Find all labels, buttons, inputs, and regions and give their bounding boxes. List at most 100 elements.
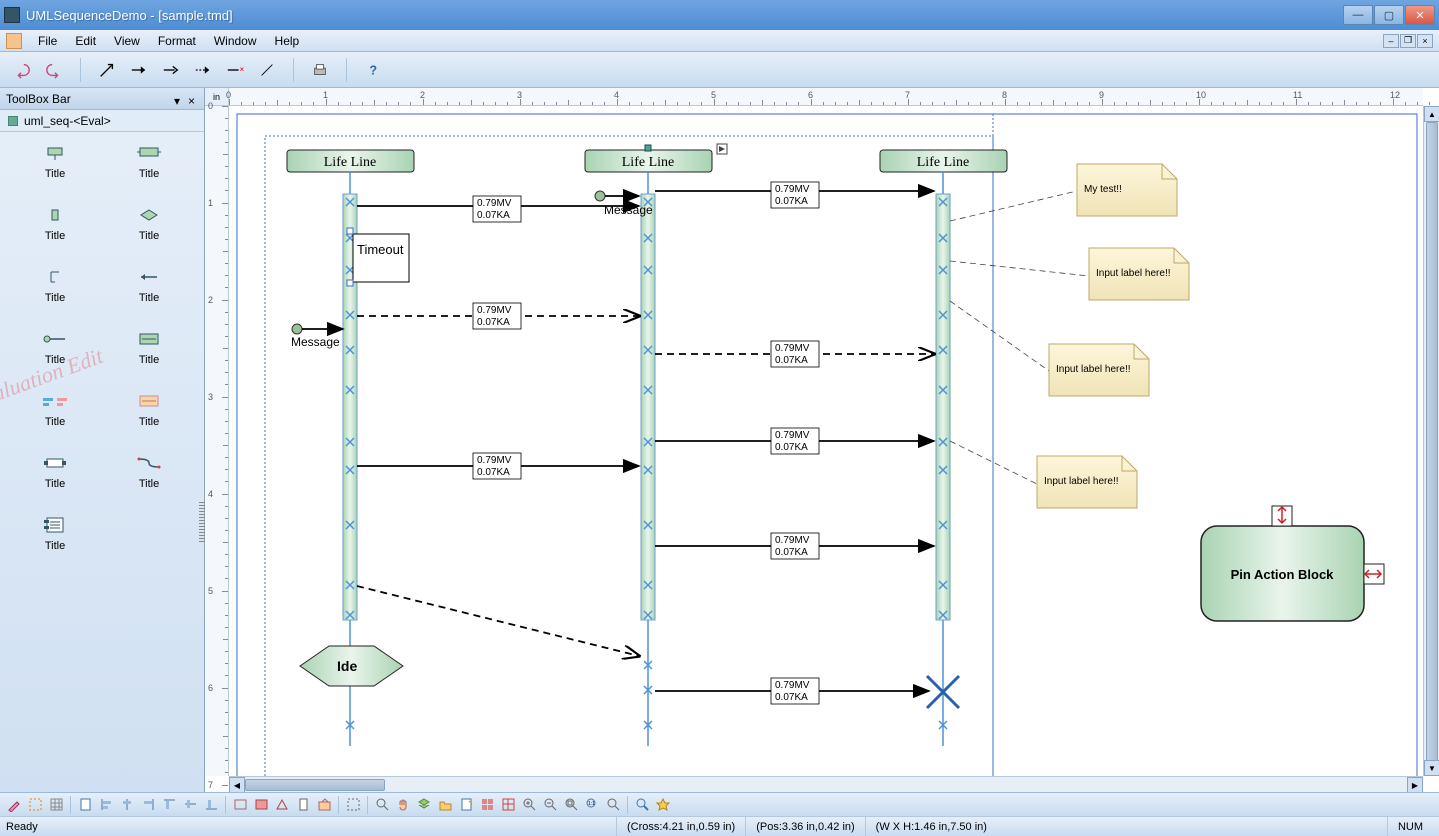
menu-help[interactable]: Help xyxy=(267,32,308,50)
tool-item-10[interactable]: Title xyxy=(102,392,196,428)
document-icon xyxy=(6,33,22,49)
btb-align-l-icon[interactable] xyxy=(96,795,116,815)
svg-text:Life Line: Life Line xyxy=(324,155,376,170)
btb-find-icon[interactable] xyxy=(632,795,652,815)
tool-item-13[interactable]: Title xyxy=(8,516,102,552)
scroll-right-button[interactable]: ▶ xyxy=(1407,777,1423,792)
toolbox-close-icon[interactable]: × xyxy=(188,94,198,104)
svg-text:0.79MV: 0.79MV xyxy=(775,343,810,354)
menu-edit[interactable]: Edit xyxy=(67,32,104,50)
btb-zoomout-icon[interactable] xyxy=(540,795,560,815)
btb-align-m-icon[interactable] xyxy=(180,795,200,815)
tool-item-9[interactable]: Title xyxy=(8,392,102,428)
activation-3[interactable] xyxy=(936,194,950,620)
scrollbar-horizontal[interactable]: ◀ ▶ xyxy=(229,776,1423,792)
btb-align-b-icon[interactable] xyxy=(201,795,221,815)
btb-draw-icon[interactable] xyxy=(4,795,24,815)
btb-hand-icon[interactable] xyxy=(393,795,413,815)
btb-doc-icon[interactable] xyxy=(293,795,313,815)
scroll-up-button[interactable]: ▲ xyxy=(1424,106,1439,122)
btb-page-icon[interactable] xyxy=(75,795,95,815)
ruler-horizontal: 012345678910111213 xyxy=(229,88,1423,106)
menu-view[interactable]: View xyxy=(106,32,148,50)
mdi-close-button[interactable]: × xyxy=(1417,34,1433,48)
tool-item-4[interactable]: Title xyxy=(102,206,196,242)
svg-text:0.79MV: 0.79MV xyxy=(775,680,810,691)
menu-file[interactable]: File xyxy=(30,32,65,50)
tool-item-7[interactable]: Title xyxy=(8,330,102,366)
mdi-restore-button[interactable]: ❐ xyxy=(1400,34,1416,48)
arrow-tool-3[interactable] xyxy=(157,56,185,84)
btb-new-icon[interactable] xyxy=(456,795,476,815)
svg-text:1:1: 1:1 xyxy=(588,801,595,807)
btb-align-r-icon[interactable] xyxy=(138,795,158,815)
btb-select-icon[interactable] xyxy=(25,795,45,815)
maximize-button[interactable]: ▢ xyxy=(1374,5,1404,25)
btb-zoomfit-icon[interactable] xyxy=(561,795,581,815)
print-button[interactable] xyxy=(306,56,334,84)
btb-export-icon[interactable] xyxy=(314,795,334,815)
svg-text:0.07KA: 0.07KA xyxy=(775,442,808,453)
tool-item-8[interactable]: Title xyxy=(102,330,196,366)
btb-star-icon[interactable] xyxy=(653,795,673,815)
undo-button[interactable] xyxy=(8,56,36,84)
btb-zoomsel-icon[interactable] xyxy=(603,795,623,815)
timeout-box[interactable]: Timeout xyxy=(347,228,409,286)
tool-item-2[interactable]: Title xyxy=(102,144,196,180)
scroll-down-button[interactable]: ▼ xyxy=(1424,760,1439,776)
note-2[interactable]: Input label here!! xyxy=(1089,248,1189,300)
close-button[interactable]: ✕ xyxy=(1405,5,1435,25)
btb-tri-icon[interactable] xyxy=(272,795,292,815)
arrow-tool-2[interactable] xyxy=(125,56,153,84)
mdi-minimize-button[interactable]: – xyxy=(1383,34,1399,48)
btb-align-c-icon[interactable] xyxy=(117,795,137,815)
arrow-tool-5[interactable]: × xyxy=(221,56,249,84)
tool-item-5[interactable]: Title xyxy=(8,268,102,304)
btb-shape2-icon[interactable] xyxy=(251,795,271,815)
menu-window[interactable]: Window xyxy=(206,32,265,50)
toolbox-pin-icon[interactable]: ▾ xyxy=(174,94,184,104)
btb-zoom-icon[interactable] xyxy=(372,795,392,815)
tool-item-11[interactable]: Title xyxy=(8,454,102,490)
menu-format[interactable]: Format xyxy=(150,32,204,50)
redo-button[interactable] xyxy=(40,56,68,84)
scroll-thumb-v[interactable] xyxy=(1426,122,1438,762)
scrollbar-vertical[interactable]: ▲ ▼ xyxy=(1423,106,1439,776)
btb-folder-icon[interactable] xyxy=(435,795,455,815)
btb-zoomin-icon[interactable] xyxy=(519,795,539,815)
btb-fit-icon[interactable] xyxy=(343,795,363,815)
btb-grid-icon[interactable] xyxy=(46,795,66,815)
svg-text:0.79MV: 0.79MV xyxy=(477,198,512,209)
svg-text:Message: Message xyxy=(291,335,340,349)
svg-text:0.79MV: 0.79MV xyxy=(477,455,512,466)
activation-2[interactable] xyxy=(641,194,655,620)
tool-item-1[interactable]: Title xyxy=(8,144,102,180)
lifeline-1[interactable]: Life Line xyxy=(287,150,414,172)
btb-layers-icon[interactable] xyxy=(414,795,434,815)
btb-redgrid-icon[interactable] xyxy=(498,795,518,815)
btb-shape1-icon[interactable] xyxy=(230,795,250,815)
toolbox-tab[interactable]: uml_seq-<Eval> xyxy=(0,110,204,132)
help-button[interactable]: ? xyxy=(359,56,387,84)
note-4[interactable]: Input label here!! xyxy=(1037,456,1137,508)
line-tool[interactable] xyxy=(253,56,281,84)
tool-item-6[interactable]: Title xyxy=(102,268,196,304)
tool-item-12[interactable]: Title xyxy=(102,454,196,490)
arrow-tool-1[interactable] xyxy=(93,56,121,84)
btb-zoom100-icon[interactable]: 1:1 xyxy=(582,795,602,815)
menubar: File Edit View Format Window Help – ❐ × xyxy=(0,30,1439,52)
canvas[interactable]: Life Line Life Line Life Line xyxy=(229,106,1423,776)
minimize-button[interactable]: — xyxy=(1343,5,1373,25)
scroll-thumb-h[interactable] xyxy=(245,779,385,791)
diagram-svg[interactable]: Life Line Life Line Life Line xyxy=(229,106,1423,776)
btb-grid2-icon[interactable] xyxy=(477,795,497,815)
arrow-tool-4[interactable] xyxy=(189,56,217,84)
btb-align-t-icon[interactable] xyxy=(159,795,179,815)
scroll-left-button[interactable]: ◀ xyxy=(229,777,245,792)
note-3[interactable]: Input label here!! xyxy=(1049,344,1149,396)
svg-text:0.07KA: 0.07KA xyxy=(477,210,510,221)
tool-item-3[interactable]: Title xyxy=(8,206,102,242)
lifeline-3[interactable]: Life Line xyxy=(880,150,1007,172)
status-ready: Ready xyxy=(6,821,616,833)
note-1[interactable]: My test!! xyxy=(1077,164,1177,216)
